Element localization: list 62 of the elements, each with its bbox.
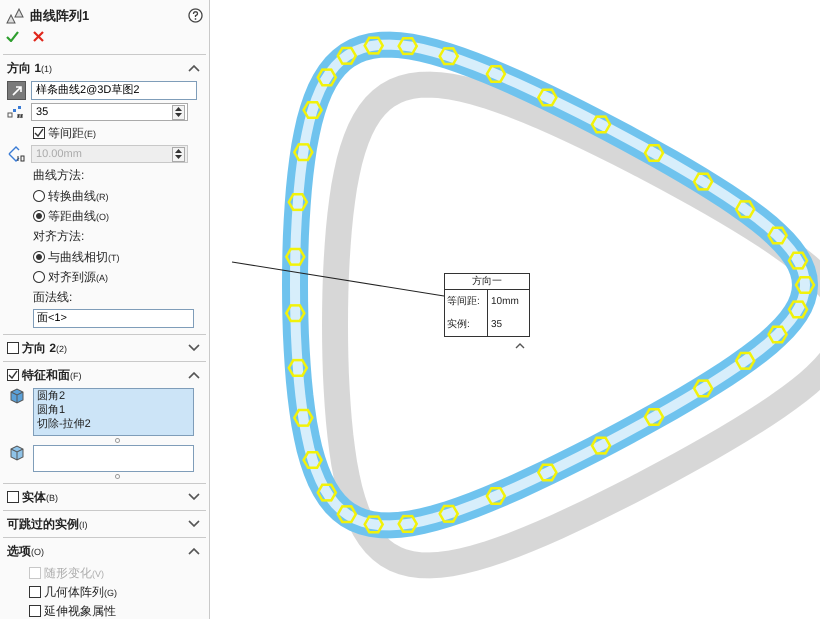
- checkbox[interactable]: [29, 604, 41, 616]
- checkbox[interactable]: [7, 491, 19, 503]
- checkbox[interactable]: [29, 586, 41, 598]
- feature-list-item[interactable]: 圆角1: [37, 403, 190, 417]
- checkbox-label: 随形变化(V): [44, 564, 104, 582]
- feature-title: 曲线阵列1: [30, 7, 90, 25]
- ok-check-icon[interactable]: [6, 31, 19, 42]
- expand-caret-icon[interactable]: [188, 344, 200, 352]
- radio-button[interactable]: [33, 270, 45, 282]
- count-field[interactable]: 35: [31, 103, 188, 121]
- checkbox[interactable]: [7, 342, 19, 354]
- feature-list-item[interactable]: 圆角2: [37, 389, 190, 403]
- radio-label: 与曲线相切(T): [48, 248, 120, 266]
- spacing-field: 10.00mm: [31, 145, 188, 163]
- arrow-icon: [10, 84, 22, 96]
- checkbox-label: 延伸视象属性: [44, 602, 116, 619]
- section-title: 实体(B): [22, 489, 58, 506]
- direction-arrow-button[interactable]: [7, 81, 26, 100]
- curve-field[interactable]: 样条曲线2@3D草图2: [31, 81, 197, 100]
- align-method-label: 对齐方法:: [32, 228, 86, 245]
- caret-icon[interactable]: [515, 343, 525, 349]
- radio-label: 对齐到源(A): [48, 268, 108, 286]
- face-normal-label: 面法线:: [32, 289, 74, 306]
- help-icon[interactable]: [188, 8, 203, 24]
- radio-label: 转换曲线(R): [48, 188, 108, 204]
- body-cube-icon: [9, 445, 25, 461]
- collapse-caret-icon[interactable]: [188, 371, 200, 379]
- collapse-caret-icon[interactable]: [188, 64, 200, 72]
- section-title: 方向 1(1): [7, 60, 52, 77]
- spinner-arrows-icon[interactable]: [172, 104, 185, 120]
- section-title: 选项(O): [7, 543, 44, 560]
- spacing-dimension-icon: [7, 146, 26, 162]
- callout-label: 实例:: [445, 313, 488, 336]
- expand-caret-icon[interactable]: [188, 520, 200, 528]
- radio-label: 等距曲线(O): [48, 208, 109, 224]
- feature-cube-icon: [9, 388, 25, 404]
- section-title: 可跳过的实例(I): [7, 516, 88, 533]
- checkbox[interactable]: [33, 127, 45, 139]
- checkbox-label: 等间距(E): [48, 125, 96, 142]
- section-title: 特征和面(F): [22, 367, 82, 384]
- resize-handle-icon[interactable]: [115, 438, 120, 443]
- pattern-feature-icon: [6, 8, 24, 24]
- instance-count-icon: [7, 105, 26, 119]
- section-title: 方向 2(2): [22, 340, 68, 357]
- checkbox-label: 几何体阵列(G): [44, 584, 117, 600]
- feature-list-item[interactable]: 切除-拉伸2: [37, 417, 190, 431]
- curve-method-label: 曲线方法:: [32, 167, 86, 184]
- callout-value: 10mm: [490, 295, 519, 309]
- radio-button[interactable]: [33, 250, 45, 262]
- resize-handle-icon[interactable]: [115, 474, 120, 479]
- radio-button[interactable]: [33, 210, 45, 222]
- features-list[interactable]: 圆角2 圆角1 切除-拉伸2: [33, 388, 194, 436]
- collapse-caret-icon[interactable]: [188, 547, 200, 555]
- checkbox[interactable]: [7, 369, 19, 381]
- radio-button[interactable]: [33, 190, 45, 202]
- expand-caret-icon[interactable]: [188, 493, 200, 501]
- faces-list[interactable]: [33, 445, 194, 472]
- cancel-x-icon[interactable]: [33, 31, 44, 42]
- callout-label: 等间距:: [445, 290, 488, 313]
- callout-value: 35: [490, 318, 502, 332]
- face-normal-field[interactable]: 面<1>: [33, 309, 194, 328]
- callout-title: 方向一: [445, 274, 529, 290]
